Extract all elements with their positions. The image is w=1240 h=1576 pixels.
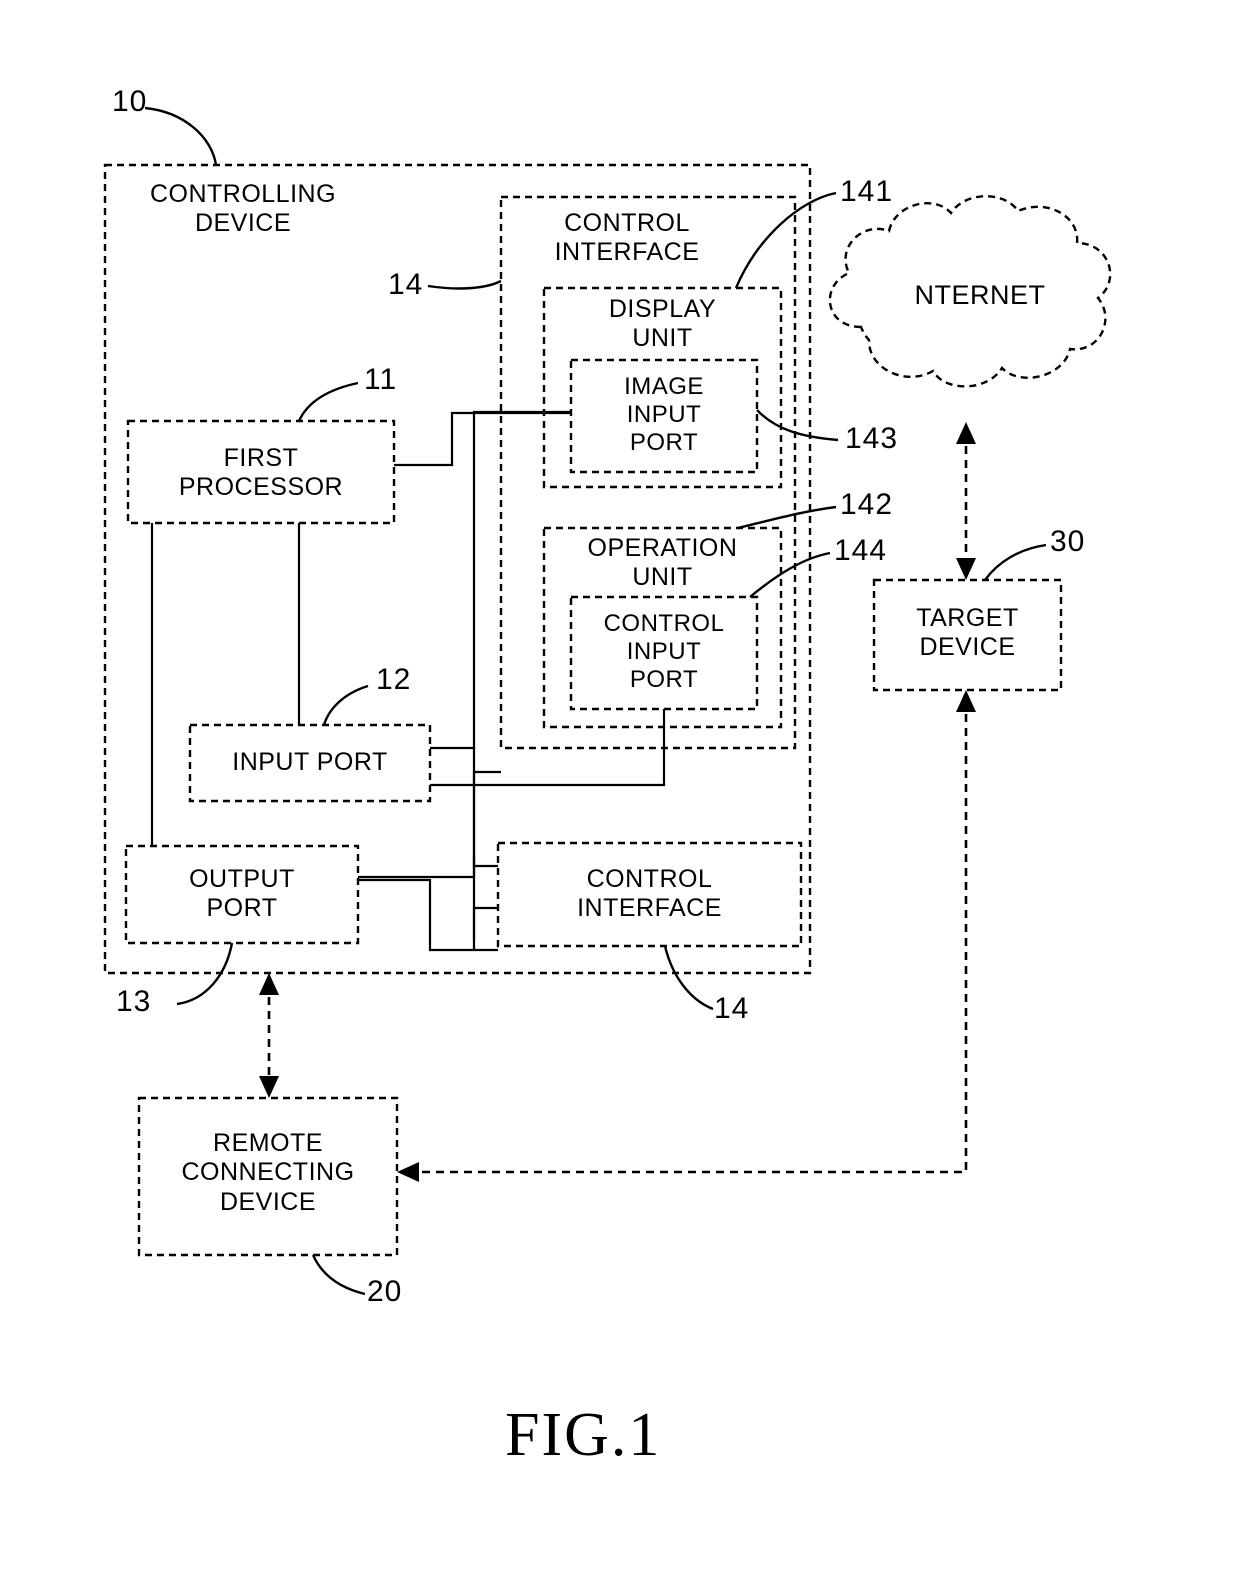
leader-12 xyxy=(322,684,369,726)
figure-caption: FIG.1 xyxy=(505,1401,662,1469)
target-device-box xyxy=(872,578,1063,692)
ref-numeral-142: 142 xyxy=(840,488,894,521)
controlling-device-box xyxy=(103,163,812,975)
leader-144 xyxy=(749,551,831,598)
ref-numeral-14-top: 14 xyxy=(388,268,424,301)
ref-numeral-143: 143 xyxy=(845,422,899,455)
ref-numeral-141: 141 xyxy=(840,175,894,208)
leader-141 xyxy=(734,191,837,289)
arrowhead-down-remote xyxy=(259,1076,279,1098)
remote-connecting-device-box xyxy=(137,1096,399,1257)
arrowhead-left-remote xyxy=(397,1162,419,1182)
arrowhead-up-target-bottom xyxy=(956,690,976,712)
leader-142 xyxy=(737,505,837,530)
leader-14-bottom xyxy=(663,945,714,1011)
ref-numeral-11: 11 xyxy=(364,363,398,396)
first-processor-box xyxy=(126,419,396,525)
arrowhead-up-controlling xyxy=(259,973,279,995)
ref-numeral-144: 144 xyxy=(834,534,888,567)
ref-numeral-12: 12 xyxy=(376,663,412,696)
internet-cloud-shape xyxy=(828,195,1112,388)
input-port-box xyxy=(188,723,432,803)
wire-control-interface-lower-left-upper xyxy=(472,856,498,868)
leader-11 xyxy=(297,381,359,422)
image-input-port-box xyxy=(569,358,759,474)
arrowhead-up-internet xyxy=(956,422,976,444)
arrowhead-down-target xyxy=(956,558,976,580)
ref-numeral-20: 20 xyxy=(367,1275,403,1308)
ref-numeral-14-bottom: 14 xyxy=(714,992,750,1025)
output-port-box xyxy=(124,844,360,945)
ref-numeral-10: 10 xyxy=(112,85,148,118)
wire-output-port-to-control-interface-lower xyxy=(358,878,498,952)
leader-10 xyxy=(144,106,218,166)
display-unit-box xyxy=(542,286,783,489)
arrow-target-device-to-remote xyxy=(410,700,968,1174)
leader-143 xyxy=(756,409,839,442)
leader-14-top xyxy=(427,279,502,290)
diagram-vector-layer xyxy=(103,106,1112,1296)
leader-20 xyxy=(311,1254,366,1296)
control-input-port-box xyxy=(569,595,759,711)
operation-unit-box xyxy=(542,526,783,729)
control-interface-lower-box xyxy=(496,841,803,948)
ref-numeral-13: 13 xyxy=(116,985,152,1018)
wire-control-interface-lower-left-mid xyxy=(472,906,498,940)
ref-numeral-30: 30 xyxy=(1050,525,1086,558)
patent-figure-1: CONTROLLING DEVICE CONTROL INTERFACE DIS… xyxy=(0,0,1240,1576)
leader-30 xyxy=(984,543,1047,581)
